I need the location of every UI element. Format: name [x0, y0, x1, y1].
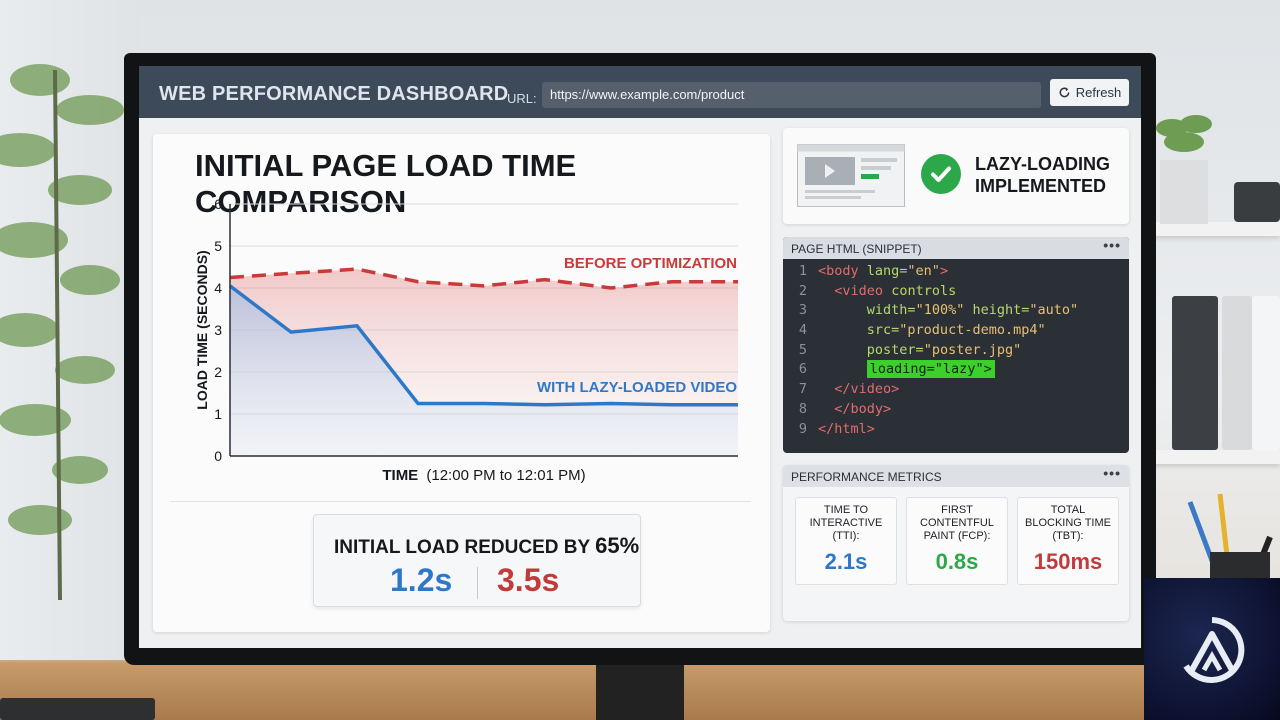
metric-fcp: FIRST CONTENTFUL PAINT (FCP): 0.8s [906, 497, 1008, 585]
keyboard [0, 698, 155, 720]
performance-metrics-panel: PERFORMANCE METRICS ••• TIME TO INTERACT… [783, 465, 1129, 621]
binder [1222, 296, 1252, 450]
code-line: 4 src="product-demo.mp4" [798, 322, 1046, 339]
code-panel-title: PAGE HTML (SNIPPET) [791, 242, 922, 256]
monitor-stand [596, 662, 684, 720]
wall-shelf [1150, 450, 1280, 464]
code-panel-header: PAGE HTML (SNIPPET) ••• [783, 237, 1129, 259]
refresh-icon [1059, 87, 1070, 98]
after-series-label: WITH LAZY-LOADED VIDEO [537, 379, 737, 396]
code-line: 2 <video controls [798, 282, 957, 299]
refresh-label: Refresh [1075, 85, 1122, 100]
chart-card: INITIAL PAGE LOAD TIME COMPARISON 012345… [153, 134, 770, 632]
metric-value: 2.1s [824, 549, 868, 574]
brand-logo-icon [1183, 617, 1245, 683]
shelf-box [1234, 182, 1280, 222]
code-line-highlighted: 6 loading="lazy"> [783, 360, 1129, 381]
x-axis-label-range: (12:00 PM to 12:01 PM) [426, 467, 585, 484]
lazy-loading-status-card: LAZY-LOADING IMPLEMENTED [783, 128, 1129, 224]
dashboard-screen: WEB PERFORMANCE DASHBOARD URL: https://w… [139, 66, 1141, 648]
brand-logo-badge [1144, 578, 1280, 720]
y-tick-label: 5 [214, 238, 222, 254]
more-options-icon[interactable]: ••• [1103, 465, 1121, 481]
more-options-icon[interactable]: ••• [1103, 237, 1121, 253]
x-axis-label-main: TIME [382, 467, 418, 484]
code-block: 1 <body lang="en"> 2 <video controls 3 wi… [783, 263, 1129, 440]
lazy-loading-status-text: LAZY-LOADING IMPLEMENTED [975, 153, 1125, 197]
code-line: 7 </video> [798, 381, 900, 398]
summary-label-text: INITIAL LOAD REDUCED BY [334, 537, 590, 558]
lazy-status-line2: IMPLEMENTED [975, 176, 1107, 196]
y-tick-label: 6 [214, 196, 222, 212]
load-reduction-summary: INITIAL LOAD REDUCED BY 65% 1.2s 3.5s [313, 514, 641, 607]
top-bar: WEB PERFORMANCE DASHBOARD URL: https://w… [139, 66, 1141, 118]
webpage-video-thumbnail-icon [797, 144, 905, 207]
binder [1252, 296, 1280, 450]
metric-tti: TIME TO INTERACTIVE (TTI): 2.1s [795, 497, 897, 585]
summary-new-value: 1.2s [390, 562, 453, 598]
code-line: 5 poster="poster.jpg" [798, 341, 1022, 358]
chart-divider [171, 501, 751, 502]
y-tick-label: 3 [214, 322, 222, 338]
wall-shelf [1150, 222, 1280, 236]
metric-tbt: TOTAL BLOCKING TIME (TBT): 150ms [1017, 497, 1119, 585]
url-input[interactable]: https://www.example.com/product [542, 82, 1041, 108]
y-tick-label: 2 [214, 364, 222, 380]
url-label: URL: [507, 91, 537, 106]
y-tick-label: 4 [214, 280, 222, 296]
metrics-title: PERFORMANCE METRICS [791, 470, 942, 484]
summary-percent: 65% [595, 533, 640, 558]
y-axis-label: LOAD TIME (SECONDS) [194, 250, 210, 409]
summary-label: INITIAL LOAD REDUCED BY 65% [334, 533, 639, 559]
y-tick-label: 0 [214, 448, 222, 464]
summary-separator [477, 567, 478, 599]
metrics-header: PERFORMANCE METRICS ••• [783, 465, 1129, 487]
binder [1172, 296, 1218, 450]
code-line: 1 <body lang="en"> [798, 263, 949, 279]
y-tick-label: 1 [214, 406, 222, 422]
html-snippet-panel: PAGE HTML (SNIPPET) ••• 1 <body lang="en"… [783, 237, 1129, 453]
checkmark-icon [921, 154, 961, 194]
metric-label: TIME TO INTERACTIVE (TTI): [809, 504, 883, 542]
before-series-label: BEFORE OPTIMIZATION [564, 255, 737, 272]
code-line: 3 width="100%" height="auto" [798, 302, 1079, 319]
summary-old-value: 3.5s [497, 562, 560, 598]
metric-value: 150ms [1033, 549, 1103, 574]
code-line: 8 </body> [798, 400, 892, 417]
code-line: 9 </html> [798, 420, 875, 437]
metric-value: 0.8s [935, 549, 979, 574]
metric-label: TOTAL BLOCKING TIME (TBT): [1025, 504, 1111, 542]
x-axis-label: TIME (12:00 PM to 12:01 PM) [382, 467, 585, 484]
metric-label: FIRST CONTENTFUL PAINT (FCP): [920, 504, 994, 542]
lazy-status-line1: LAZY-LOADING [975, 154, 1110, 174]
app-title: WEB PERFORMANCE DASHBOARD [159, 83, 509, 105]
pencil-cup [1187, 493, 1273, 592]
potted-plant [1156, 115, 1212, 224]
refresh-button[interactable]: Refresh [1050, 79, 1129, 106]
